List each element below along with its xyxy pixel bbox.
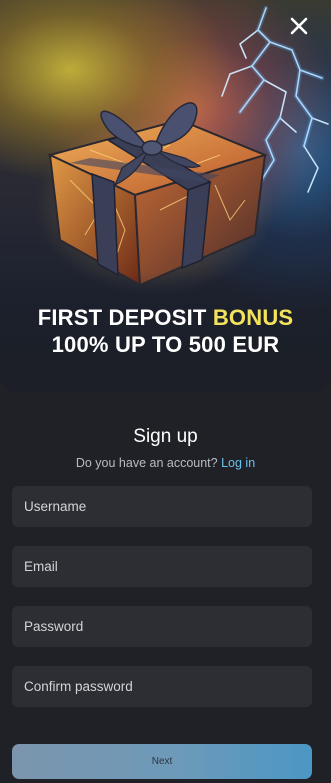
email-input[interactable]: [24, 559, 300, 574]
promo-headline-line1: FIRST DEPOSIT BONUS: [0, 304, 331, 331]
password-input[interactable]: [24, 619, 300, 634]
signup-modal: FIRST DEPOSIT BONUS 100% UP TO 500 EUR S…: [0, 0, 331, 783]
confirm-password-field[interactable]: [12, 666, 312, 707]
close-icon[interactable]: [287, 14, 311, 38]
login-link[interactable]: Log in: [221, 456, 255, 470]
username-field[interactable]: [12, 486, 312, 527]
account-prompt: Do you have an account? Log in: [0, 455, 331, 471]
promo-headline-prefix: FIRST DEPOSIT: [37, 305, 213, 330]
promo-headline-accent: BONUS: [212, 305, 294, 330]
next-button[interactable]: Next: [12, 744, 312, 779]
username-input[interactable]: [24, 499, 300, 514]
email-field[interactable]: [12, 546, 312, 587]
password-field[interactable]: [12, 606, 312, 647]
promo-headline: FIRST DEPOSIT BONUS 100% UP TO 500 EUR: [0, 304, 331, 358]
gift-box-illustration: [35, 102, 275, 295]
signup-title: Sign up: [133, 426, 198, 447]
account-question: Do you have an account?: [75, 456, 222, 470]
promo-headline-line2: 100% UP TO 500 EUR: [51, 332, 280, 357]
promo-banner: FIRST DEPOSIT BONUS 100% UP TO 500 EUR: [0, 0, 331, 392]
confirm-password-input[interactable]: [24, 679, 300, 694]
